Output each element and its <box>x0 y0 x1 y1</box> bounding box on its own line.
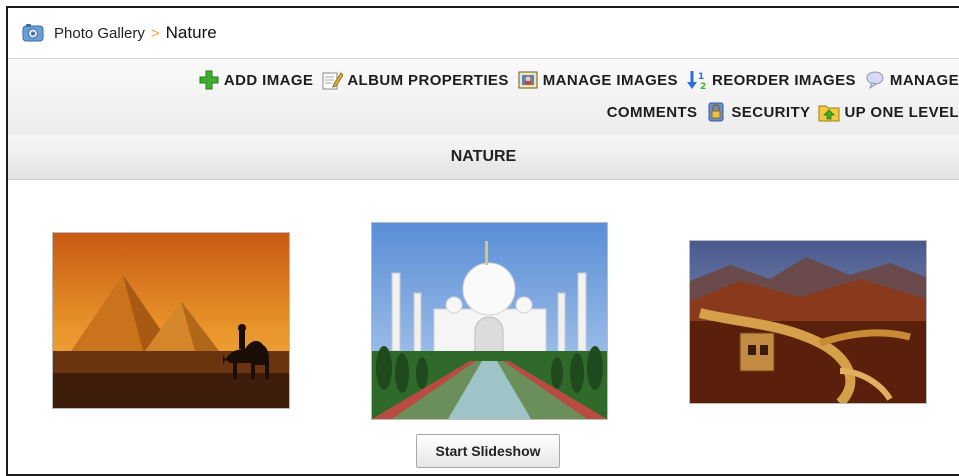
photo-gallery-icon <box>22 24 44 42</box>
album-title-bar: NATURE <box>8 135 959 180</box>
comments-label: COMMENTS <box>606 103 698 121</box>
edit-properties-icon <box>322 72 344 90</box>
image-thumbnail-pyramids[interactable] <box>52 232 290 409</box>
breadcrumb-current: Nature <box>165 23 217 42</box>
image-thumbnail-great-wall[interactable] <box>689 240 927 404</box>
up-folder-icon <box>818 105 840 122</box>
add-image-label: ADD IMAGE <box>223 71 314 89</box>
manage-comments-button[interactable]: MANAGE <box>864 69 959 91</box>
taj-mahal-image <box>372 223 607 419</box>
manage-images-icon <box>518 71 538 89</box>
album-properties-label: ALBUM PROPERTIES <box>347 71 509 89</box>
gallery-window: Photo Gallery > Nature ADD IMAGE ALBUM P… <box>6 6 959 476</box>
album-title: NATURE <box>450 148 517 165</box>
manage-label: MANAGE <box>889 71 959 89</box>
toolbar-row-2: COMMENTS SECURITY UP ONE LEVEL <box>607 101 959 123</box>
pyramids-image <box>53 233 289 408</box>
comments-icon <box>866 71 884 90</box>
manage-images-button[interactable]: MANAGE IMAGES <box>517 69 678 91</box>
album-properties-button[interactable]: ALBUM PROPERTIES <box>321 69 508 91</box>
add-icon <box>199 70 219 90</box>
comments-label-wrap[interactable]: COMMENTS <box>607 104 698 121</box>
up-one-level-button[interactable]: UP ONE LEVEL <box>818 101 959 123</box>
image-thumbnail-taj-mahal[interactable] <box>371 222 608 420</box>
reorder-images-label: REORDER IMAGES <box>711 71 856 89</box>
great-wall-image <box>690 241 926 403</box>
security-label: SECURITY <box>731 103 811 121</box>
reorder-images-button[interactable]: 1 2 REORDER IMAGES <box>686 69 856 91</box>
toolbar-row-1: ADD IMAGE ALBUM PROPERTIES MANAGE IMAGES… <box>198 69 959 91</box>
breadcrumb-parent-link[interactable]: Photo Gallery <box>54 25 145 42</box>
album-toolbar: ADD IMAGE ALBUM PROPERTIES MANAGE IMAGES… <box>8 58 959 136</box>
start-slideshow-button[interactable]: Start Slideshow <box>416 434 560 468</box>
add-image-button[interactable]: ADD IMAGE <box>198 69 313 91</box>
svg-text:1: 1 <box>698 72 705 82</box>
svg-text:2: 2 <box>700 82 707 91</box>
up-one-level-label: UP ONE LEVEL <box>844 103 959 121</box>
reorder-icon: 1 2 <box>686 71 707 91</box>
breadcrumb-separator: > <box>150 24 160 42</box>
breadcrumb: Photo Gallery > Nature <box>8 8 959 58</box>
security-button[interactable]: SECURITY <box>705 101 810 123</box>
security-icon <box>708 102 724 122</box>
manage-images-label: MANAGE IMAGES <box>542 71 678 89</box>
